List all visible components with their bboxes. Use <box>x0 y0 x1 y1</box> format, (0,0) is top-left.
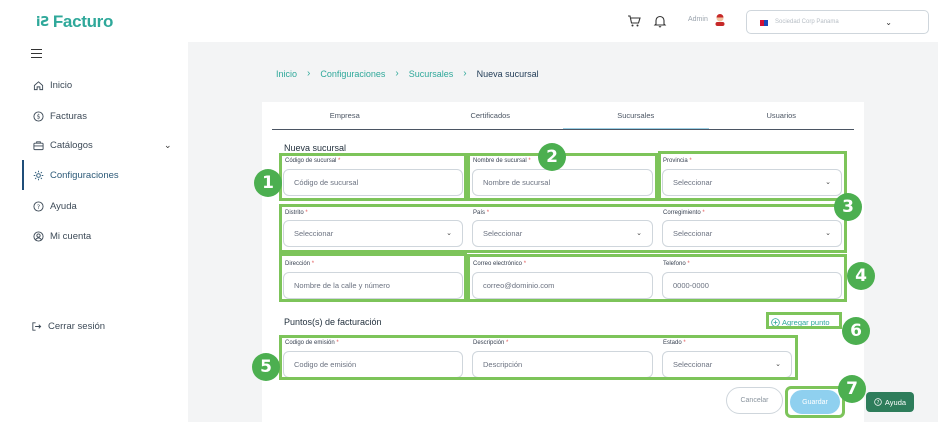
sidebar-item-label: Catálogos <box>50 140 93 151</box>
tab-sucursales[interactable]: Sucursales <box>563 108 709 129</box>
sidebar-item-label: Configuraciones <box>50 170 119 181</box>
annotation-box-1 <box>279 153 467 201</box>
cart-icon[interactable] <box>627 14 641 28</box>
chevron-down-icon: ⌄ <box>885 18 892 27</box>
sidebar: Inicio $ Facturas Catálogos ⌄ Configurac… <box>0 42 188 422</box>
avatar[interactable] <box>714 13 726 26</box>
breadcrumb-inicio[interactable]: Inicio <box>276 69 297 79</box>
annotation-badge-1: 1 <box>254 169 282 197</box>
chevron-right-icon: › <box>395 68 399 79</box>
svg-text:$: $ <box>37 114 41 121</box>
sidebar-item-label: Facturas <box>50 111 87 122</box>
annotation-box-6 <box>766 312 842 329</box>
company-select[interactable]: Sociedad Corp Panama ⌄ <box>746 10 929 34</box>
tab-bar: Empresa Certificados Sucursales Usuarios <box>272 108 854 130</box>
logout-label: Cerrar sesión <box>48 321 106 332</box>
chevron-right-icon: › <box>307 68 311 79</box>
active-indicator <box>22 160 24 190</box>
briefcase-icon <box>33 141 44 151</box>
annotation-box-3a <box>658 151 847 201</box>
logout-icon <box>32 322 42 331</box>
breadcrumb-current: Nueva sucursal <box>476 68 539 79</box>
form-title: Nueva sucursal <box>284 143 347 153</box>
tab-certificados[interactable]: Certificados <box>418 108 564 129</box>
annotation-box-3c <box>279 253 467 302</box>
tab-empresa[interactable]: Empresa <box>272 108 418 129</box>
logout-button[interactable]: Cerrar sesión <box>31 321 105 332</box>
chevron-right-icon: › <box>463 68 467 79</box>
app-logo[interactable]: iƧ Facturo <box>36 12 113 32</box>
gear-icon <box>33 170 44 181</box>
sidebar-item-label: Ayuda <box>50 201 77 212</box>
annotation-box-5 <box>279 335 798 380</box>
bell-icon[interactable] <box>653 14 667 28</box>
breadcrumb-configuraciones[interactable]: Configuraciones <box>320 69 385 79</box>
help-circle-icon: ? <box>33 201 44 212</box>
puntos-title: Puntos(s) de facturación <box>284 317 382 327</box>
annotation-badge-3: 3 <box>834 193 862 221</box>
cancel-button[interactable]: Cancelar <box>726 387 783 414</box>
help-button[interactable]: ? Ayuda <box>866 392 914 412</box>
logo-mark: iƧ <box>36 14 50 30</box>
logo-text: Facturo <box>52 12 114 31</box>
chevron-down-icon[interactable]: ⌄ <box>164 140 172 151</box>
annotation-box-4 <box>467 254 847 302</box>
annotation-badge-2: 2 <box>538 143 566 171</box>
annotation-box-3b <box>279 204 847 253</box>
sidebar-item-mi-cuenta[interactable]: Mi cuenta <box>33 231 91 242</box>
annotation-badge-7: 7 <box>838 375 866 403</box>
help-circle-icon: ? <box>874 398 882 406</box>
top-bar: iƧ Facturo Admin Sociedad Corp Panama ⌄ <box>0 0 938 42</box>
sidebar-item-ayuda[interactable]: ? Ayuda <box>33 201 77 212</box>
sidebar-item-label: Mi cuenta <box>50 231 92 242</box>
admin-label: Admin <box>688 16 708 23</box>
svg-text:?: ? <box>37 203 40 211</box>
tab-usuarios[interactable]: Usuarios <box>709 108 855 129</box>
sidebar-item-configuraciones[interactable]: Configuraciones <box>33 170 119 181</box>
sidebar-item-facturas[interactable]: $ Facturas <box>33 111 87 122</box>
sidebar-item-label: Inicio <box>50 80 73 91</box>
dollar-circle-icon: $ <box>33 111 44 122</box>
annotation-badge-6: 6 <box>842 317 870 345</box>
flag-icon <box>760 20 768 26</box>
annotation-box-7 <box>785 386 845 418</box>
breadcrumb: Inicio › Configuraciones › Sucursales › … <box>276 68 539 79</box>
breadcrumb-sucursales[interactable]: Sucursales <box>409 69 454 79</box>
home-icon <box>33 81 44 91</box>
user-circle-icon <box>33 231 44 242</box>
annotation-badge-5: 5 <box>252 353 280 381</box>
sidebar-item-catalogos[interactable]: Catálogos <box>33 140 93 151</box>
annotation-badge-4: 4 <box>847 262 875 290</box>
sidebar-item-inicio[interactable]: Inicio <box>33 80 72 91</box>
menu-icon[interactable] <box>31 49 42 61</box>
company-name: Sociedad Corp Panama <box>775 19 839 25</box>
